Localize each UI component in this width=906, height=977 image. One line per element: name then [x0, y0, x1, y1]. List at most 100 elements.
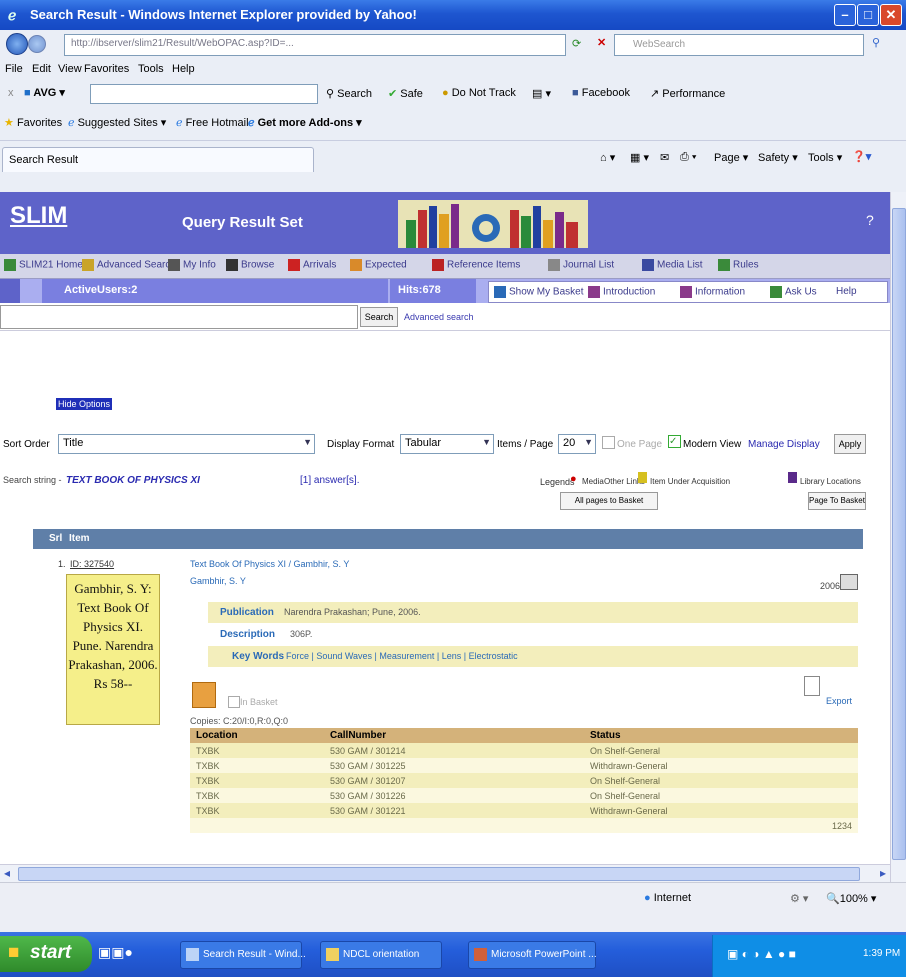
task-ndcl-orientation[interactable]: NDCL orientation [320, 941, 442, 969]
zone-indicator: ● Internet [644, 892, 692, 904]
advanced-search-link[interactable]: Advanced search [404, 312, 474, 322]
menu-edit[interactable]: Edit [32, 63, 51, 75]
menu-view[interactable]: View [58, 63, 82, 75]
apply-button[interactable]: Apply [834, 434, 866, 454]
performance-button[interactable]: ↗ Performance [650, 87, 725, 100]
items-per-page-select[interactable]: 20 ▼ [558, 434, 596, 454]
safe-button[interactable]: ✔ Safe [388, 87, 423, 100]
safety-menu[interactable]: Safety ▾ [758, 151, 798, 164]
window-titlebar[interactable]: ℯ Search Result - Windows Internet Explo… [0, 0, 906, 30]
address-bar[interactable]: http://ibserver/slim21/Result/WebOPAC.as… [64, 34, 566, 56]
menu-arrivals[interactable]: Arrivals [288, 259, 336, 271]
sort-order-select[interactable]: Title ▼ [58, 434, 315, 454]
menu-reference-items[interactable]: Reference Items [432, 259, 520, 271]
maximize-button[interactable]: □ [857, 4, 879, 26]
record-author-link[interactable]: Gambhir, S. Y [190, 576, 246, 586]
description-row: Description 306P. [208, 624, 858, 645]
details-icon[interactable] [840, 574, 858, 590]
in-basket-checkbox[interactable] [228, 696, 240, 708]
slim-status-row: ActiveUsers:2 Hits:678 Show My Basket In… [0, 279, 890, 303]
suggested-sites-link[interactable]: ℯ Suggested Sites ▾ [68, 116, 166, 129]
record-id[interactable]: ID: 327540 [70, 559, 114, 569]
web-search-input[interactable]: WebSearch [614, 34, 864, 56]
menu-expected[interactable]: Expected [350, 259, 407, 271]
menu-my-info[interactable]: My Info [168, 259, 216, 271]
one-page-checkbox[interactable] [602, 436, 615, 449]
refresh-icon[interactable]: ⟳ [572, 37, 581, 50]
print-icon[interactable]: ⎙ ▾ [680, 151, 696, 164]
help-link[interactable]: Help [836, 286, 857, 297]
forward-icon[interactable] [28, 35, 46, 53]
introduction-link[interactable]: Introduction [588, 286, 655, 298]
menu-media-list[interactable]: Media List [642, 259, 703, 271]
ask-us-link[interactable]: Ask Us [770, 286, 817, 298]
copies-summary: Copies: C:20/I:0,R:0,Q:0 [190, 716, 289, 726]
menu-advanced-search[interactable]: Advanced Search [82, 259, 176, 271]
items-per-page-label: Items / Page [497, 439, 554, 450]
tray-icons[interactable]: ▣ ◐ ◑ ▲ ● ■ [727, 947, 796, 961]
close-button[interactable]: ✕ [880, 4, 902, 26]
horizontal-scrollbar[interactable]: ◂ ▸ [0, 864, 890, 882]
avg-search-input[interactable] [90, 84, 318, 104]
get-more-addons-link[interactable]: ℯ Get more Add-ons ▾ [248, 116, 362, 129]
keywords-row: Key Words Force | Sound Waves | Measurem… [208, 646, 858, 667]
page-to-basket-button[interactable]: Page To Basket [808, 492, 866, 510]
menu-journal-list[interactable]: Journal List [548, 259, 614, 271]
quick-launch-icons[interactable]: ▣▣● [98, 944, 133, 961]
legend-library-locations: Library Locations [800, 477, 861, 486]
menu-file[interactable]: File [5, 63, 23, 75]
menu-rules[interactable]: Rules [718, 259, 759, 271]
task-search-result[interactable]: Search Result - Wind... [180, 941, 306, 969]
search-button[interactable]: Search [360, 307, 398, 327]
all-pages-to-basket-button[interactable]: All pages to Basket [560, 492, 658, 510]
menu-favorites[interactable]: Favorites [84, 63, 129, 75]
search-icon[interactable]: ⚲ [872, 36, 880, 49]
home-icon[interactable]: ⌂ ▾ [600, 151, 615, 164]
manage-display-link[interactable]: Manage Display [748, 439, 820, 450]
keywords-links[interactable]: Force | Sound Waves | Measurement | Lens… [286, 651, 518, 661]
hide-options-link[interactable]: Hide Options [56, 398, 113, 410]
avg-button[interactable]: ■ AVG ▾ [24, 86, 65, 99]
page-menu[interactable]: Page ▾ [714, 151, 748, 164]
opac-search-input[interactable] [0, 305, 358, 329]
start-button[interactable]: ■ start [0, 936, 92, 972]
free-hotmail-link[interactable]: ℯ Free Hotmail [176, 116, 249, 129]
export-icon[interactable] [804, 676, 820, 696]
menu-help[interactable]: Help [172, 63, 195, 75]
back-icon[interactable] [6, 33, 28, 55]
record-title-link[interactable]: Text Book Of Physics XI / Gambhir, S. Y [190, 559, 349, 569]
modern-view-checkbox[interactable]: ✓ [668, 435, 681, 448]
zoom-control[interactable]: 🔍100% ▾ [826, 892, 876, 905]
tools-menu[interactable]: Tools ▾ [808, 151, 842, 164]
task-powerpoint[interactable]: Microsoft PowerPoint ... [468, 941, 597, 969]
do-not-track-button[interactable]: ● Do Not Track [442, 87, 516, 99]
mail-icon[interactable]: ✉ [660, 151, 669, 164]
scroll-right-icon[interactable]: ▸ [880, 866, 886, 880]
tab-search-result[interactable]: Search Result [2, 147, 314, 172]
protected-mode-icon[interactable]: ⚙ ▾ [790, 892, 808, 905]
show-basket-link[interactable]: Show My Basket [494, 286, 583, 298]
toolbar-menu-icon[interactable]: ▤ ▾ [532, 87, 551, 100]
legend-acquisition: Item Under Acquisition [650, 477, 731, 486]
toolbar-close-icon[interactable]: x [8, 87, 14, 99]
export-link[interactable]: Export [826, 696, 852, 706]
favorites-button[interactable]: ★ Favorites [4, 116, 62, 129]
basket-icon[interactable] [192, 682, 216, 708]
vertical-scroll-thumb[interactable] [892, 208, 906, 860]
help-icon[interactable]: ❓▾ [852, 150, 871, 163]
information-link[interactable]: Information [680, 286, 745, 298]
avg-search-button[interactable]: ⚲ Search [326, 87, 372, 100]
minimize-button[interactable]: – [834, 4, 856, 26]
menu-browse[interactable]: Browse [226, 259, 274, 271]
facebook-button[interactable]: ■ Facebook [572, 87, 630, 99]
help-circle-icon[interactable]: ? [866, 212, 874, 228]
display-format-select[interactable]: Tabular ▼ [400, 434, 494, 454]
menu-tools[interactable]: Tools [138, 63, 164, 75]
publication-row: Publication Narendra Prakashan; Pune, 20… [208, 602, 858, 623]
menu-slim21-home[interactable]: SLIM21 Home [4, 259, 83, 271]
description-value: 306P. [290, 629, 313, 639]
stop-icon[interactable]: ✕ [597, 36, 606, 49]
feeds-icon[interactable]: ▦ ▾ [630, 151, 649, 164]
ie-icon: ℯ [8, 7, 17, 23]
scroll-left-icon[interactable]: ◂ [4, 866, 10, 880]
